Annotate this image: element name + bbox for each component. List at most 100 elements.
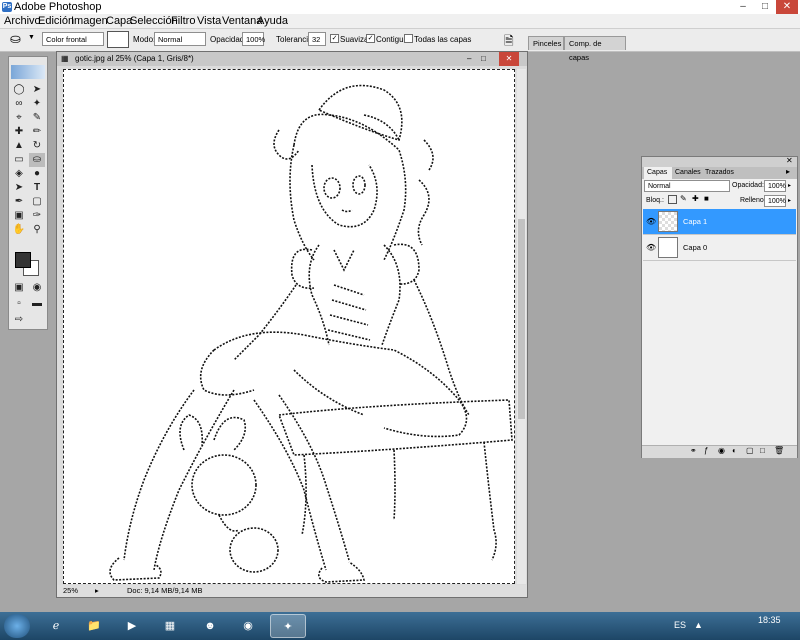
slice-icon[interactable]: ✎ (29, 111, 45, 125)
language-indicator[interactable]: ES (674, 620, 686, 630)
scrollbar-thumb[interactable] (518, 219, 525, 419)
marquee-icon[interactable]: ◯ (11, 83, 27, 97)
lock-image-icon[interactable]: ✎ (680, 194, 687, 203)
blend-mode-select[interactable]: Normal (644, 180, 730, 192)
layer-style-icon[interactable]: ƒ (704, 446, 708, 455)
panel-close-icon[interactable]: ✕ (786, 156, 793, 165)
doc-maximize-icon[interactable]: □ (481, 52, 486, 66)
layer-row-capa-1[interactable]: 👁 Capa 1 (643, 209, 796, 235)
lasso-icon[interactable]: ∞ (11, 97, 27, 111)
menu-filtro[interactable]: Filtro (171, 15, 195, 27)
media-player-icon[interactable]: ▶ (114, 614, 150, 638)
tab-pinceles[interactable]: Pinceles (528, 36, 564, 50)
paint-bucket-icon[interactable]: ⛀ (10, 31, 21, 47)
photoshop-task-icon[interactable]: ✦ (270, 614, 306, 638)
layer-fill-input[interactable]: 100% (764, 195, 786, 207)
layer-row-capa-0[interactable]: 👁 Capa 0 (643, 235, 796, 261)
lock-all-icon[interactable]: ■ (704, 194, 709, 203)
link-layers-icon[interactable]: ⚭ (690, 446, 697, 455)
vertical-scrollbar[interactable] (517, 69, 526, 584)
history-brush-icon[interactable]: ↻ (29, 139, 45, 153)
fill-slider-icon[interactable]: ▸ (788, 197, 791, 204)
fill-source-select[interactable]: Color frontal (42, 32, 104, 46)
new-group-icon[interactable]: ▢ (746, 446, 754, 455)
crop-icon[interactable]: ⌖ (11, 111, 27, 125)
layer-opacity-input[interactable]: 100% (764, 180, 786, 192)
brush-icon[interactable]: ✏ (29, 125, 45, 139)
blur-icon[interactable]: ◈ (11, 167, 27, 181)
image-canvas[interactable] (63, 69, 515, 584)
windows-app-icon[interactable]: ▦ (152, 614, 188, 638)
move-icon[interactable]: ➤ (29, 83, 45, 97)
shape-icon[interactable]: ▢ (29, 195, 45, 209)
menu-edicion[interactable]: Edición (38, 15, 74, 27)
eyedropper-icon[interactable]: ✑ (29, 209, 45, 223)
menu-ayuda[interactable]: Ayuda (257, 15, 288, 27)
panel-menu-icon[interactable]: ▸ (786, 167, 790, 176)
chrome-icon[interactable]: ◉ (230, 614, 266, 638)
tray-icons[interactable]: ▲ (694, 620, 703, 630)
standard-mode-icon[interactable]: ▣ (11, 281, 27, 295)
dodge-icon[interactable]: ● (29, 167, 45, 181)
menu-archivo[interactable]: Archivo (4, 15, 41, 27)
contiguous-checkbox[interactable]: ✓ (366, 34, 375, 43)
notes-icon[interactable]: ▣ (11, 209, 27, 223)
opacity-slider-icon[interactable]: ▸ (788, 182, 791, 189)
eye-icon[interactable]: 👁 (646, 217, 656, 226)
tab-trazados[interactable]: Trazados (702, 167, 738, 179)
paint-bucket-tool-icon[interactable]: ⛀ (29, 153, 45, 167)
adjustment-layer-icon[interactable]: ◐ (732, 446, 737, 455)
layer-mask-icon[interactable]: ◉ (718, 446, 725, 455)
tab-capas-label: Capas (647, 169, 668, 176)
messenger-icon[interactable]: ☻ (192, 614, 228, 638)
chevron-down-icon[interactable]: ▼ (28, 34, 35, 41)
internet-explorer-icon[interactable]: ℯ (38, 614, 74, 638)
pen-icon[interactable]: ✒ (11, 195, 27, 209)
tab-canales[interactable]: Canales (672, 167, 702, 179)
quick-mask-icon[interactable]: ◉ (29, 281, 45, 295)
menu-imagen[interactable]: Imagen (71, 15, 108, 27)
hand-icon[interactable]: ✋ (11, 223, 27, 237)
lock-position-icon[interactable]: ✚ (692, 194, 699, 203)
clock[interactable]: 18:35 (758, 615, 781, 625)
mode-select[interactable]: Normal (154, 32, 206, 46)
zoom-level[interactable]: 25% (63, 585, 78, 597)
maximize-button[interactable]: □ (754, 0, 776, 14)
screen-mode-standard-icon[interactable]: ▫ (11, 297, 27, 311)
delete-layer-icon[interactable]: 🗑 (774, 446, 784, 455)
antialias-checkbox[interactable]: ✓ (330, 34, 339, 43)
doc-close-icon[interactable]: ✕ (499, 52, 519, 66)
path-selection-icon[interactable]: ➤ (11, 181, 27, 195)
layer-opacity-value: 100% (768, 183, 786, 190)
eraser-icon[interactable]: ▭ (11, 153, 27, 167)
eye-icon[interactable]: 👁 (646, 243, 656, 252)
lock-transparency-icon[interactable] (668, 195, 677, 204)
file-explorer-icon[interactable]: 📁 (76, 614, 112, 638)
screen-mode-full-icon[interactable]: ▬ (29, 297, 45, 311)
foreground-color-swatch[interactable] (15, 252, 31, 268)
status-menu-icon[interactable]: ▸ (95, 585, 99, 597)
tab-capas[interactable]: Capas (644, 167, 672, 179)
close-button[interactable]: ✕ (776, 0, 798, 14)
pattern-swatch[interactable] (107, 31, 129, 48)
healing-brush-icon[interactable]: ✚ (11, 125, 27, 139)
jump-to-imageready-icon[interactable]: ⇨ (11, 313, 27, 327)
zoom-icon[interactable]: ⚲ (29, 223, 45, 237)
adobe-online-icon[interactable] (11, 65, 45, 79)
minimize-button[interactable]: – (732, 0, 754, 14)
all-layers-checkbox[interactable] (404, 34, 413, 43)
opacity-input[interactable]: 100% (242, 32, 265, 46)
tab-comp-capas[interactable]: Comp. de capas (564, 36, 626, 62)
doc-minimize-icon[interactable]: – (467, 52, 471, 66)
start-button-icon[interactable] (4, 614, 30, 638)
tolerance-input[interactable]: 32 (308, 32, 326, 46)
magic-wand-icon[interactable]: ✦ (29, 97, 45, 111)
type-icon[interactable]: T (29, 181, 45, 195)
clone-stamp-icon[interactable]: ▲ (11, 139, 27, 153)
menu-capa[interactable]: Capa (106, 15, 132, 27)
menu-vista[interactable]: Vista (197, 15, 221, 27)
layers-panel-header: ✕ (642, 156, 797, 167)
lock-label: Bloq.: (646, 197, 664, 204)
new-layer-icon[interactable]: □ (760, 446, 765, 455)
file-browser-icon[interactable]: 🗎 (504, 32, 514, 53)
